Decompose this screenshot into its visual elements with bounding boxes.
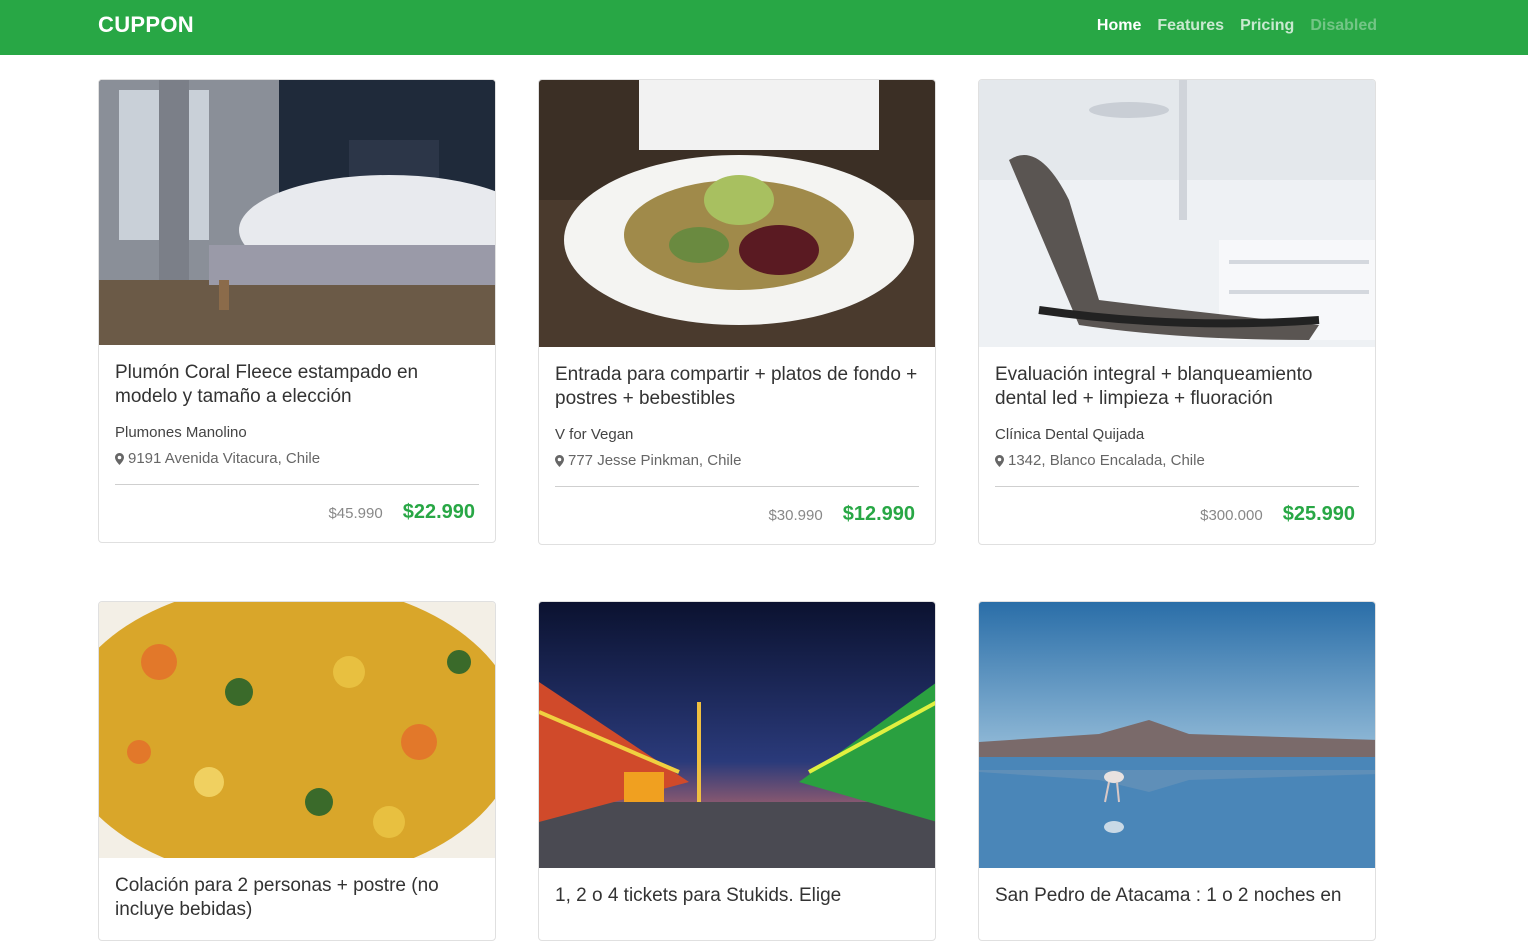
- new-price: $12.990: [842, 503, 915, 525]
- food-dish-photo[interactable]: [99, 602, 495, 858]
- nav-links: Home Features Pricing Disabled: [1097, 17, 1377, 35]
- old-price: $30.990: [768, 507, 823, 524]
- deal-card[interactable]: Plumón Coral Fleece estampado en modelo …: [98, 79, 496, 543]
- deal-title[interactable]: Evaluación integral + blanqueamiento den…: [995, 363, 1359, 411]
- card-body: Plumón Coral Fleece estampado en modelo …: [99, 345, 495, 542]
- deal-address: 9191 Avenida Vitacura, Chile: [115, 450, 479, 467]
- deal-title[interactable]: Entrada para compartir + platos de fondo…: [555, 363, 919, 411]
- card-body: Evaluación integral + blanqueamiento den…: [979, 347, 1375, 544]
- price-row: $45.990 $22.990: [115, 485, 479, 542]
- deal-card[interactable]: Evaluación integral + blanqueamiento den…: [978, 79, 1376, 545]
- old-price: $300.000: [1200, 507, 1263, 524]
- merchant-name: V for Vegan: [555, 426, 634, 443]
- deal-address: 777 Jesse Pinkman, Chile: [555, 452, 919, 469]
- deal-address: 1342, Blanco Encalada, Chile: [995, 452, 1359, 469]
- deal-title[interactable]: 1, 2 o 4 tickets para Stukids. Elige: [555, 884, 919, 908]
- card-body: Entrada para compartir + platos de fondo…: [539, 347, 935, 544]
- nav-link-pricing[interactable]: Pricing: [1240, 17, 1294, 35]
- fairground-photo[interactable]: [539, 602, 935, 868]
- address-text: 9191 Avenida Vitacura, Chile: [128, 450, 321, 467]
- nav-link-home[interactable]: Home: [1097, 17, 1141, 35]
- deal-card[interactable]: San Pedro de Atacama : 1 o 2 noches en: [978, 601, 1376, 941]
- merchant-name: Clínica Dental Quijada: [995, 426, 1145, 443]
- flamingo-lake-photo[interactable]: [979, 602, 1375, 868]
- salad-plate-photo[interactable]: [539, 80, 935, 347]
- deal-title[interactable]: Plumón Coral Fleece estampado en modelo …: [115, 361, 479, 409]
- dental-chair-photo[interactable]: [979, 80, 1375, 347]
- deal-card[interactable]: Colación para 2 personas + postre (no in…: [98, 601, 496, 941]
- brand-logo[interactable]: CUPPON: [98, 12, 194, 38]
- price-row: $300.000 $25.990: [995, 487, 1359, 544]
- merchant-name: Plumones Manolino: [115, 424, 247, 441]
- nav-link-features[interactable]: Features: [1157, 17, 1224, 35]
- address-text: 1342, Blanco Encalada, Chile: [1008, 452, 1205, 469]
- card-body: Colación para 2 personas + postre (no in…: [99, 858, 495, 922]
- new-price: $22.990: [402, 501, 475, 523]
- map-pin-icon: [995, 454, 1004, 467]
- address-text: 777 Jesse Pinkman, Chile: [568, 452, 742, 469]
- bedroom-photo[interactable]: [99, 80, 495, 345]
- deal-card[interactable]: 1, 2 o 4 tickets para Stukids. Elige: [538, 601, 936, 941]
- card-body: 1, 2 o 4 tickets para Stukids. Elige: [539, 868, 935, 908]
- deal-title[interactable]: San Pedro de Atacama : 1 o 2 noches en: [995, 884, 1359, 908]
- map-pin-icon: [555, 454, 564, 467]
- deal-card[interactable]: Entrada para compartir + platos de fondo…: [538, 79, 936, 545]
- card-body: San Pedro de Atacama : 1 o 2 noches en: [979, 868, 1375, 908]
- top-navbar: CUPPON Home Features Pricing Disabled: [0, 0, 1528, 55]
- new-price: $25.990: [1282, 503, 1355, 525]
- old-price: $45.990: [328, 505, 383, 522]
- nav-link-disabled: Disabled: [1310, 17, 1377, 34]
- price-row: $30.990 $12.990: [555, 487, 919, 544]
- map-pin-icon: [115, 452, 124, 465]
